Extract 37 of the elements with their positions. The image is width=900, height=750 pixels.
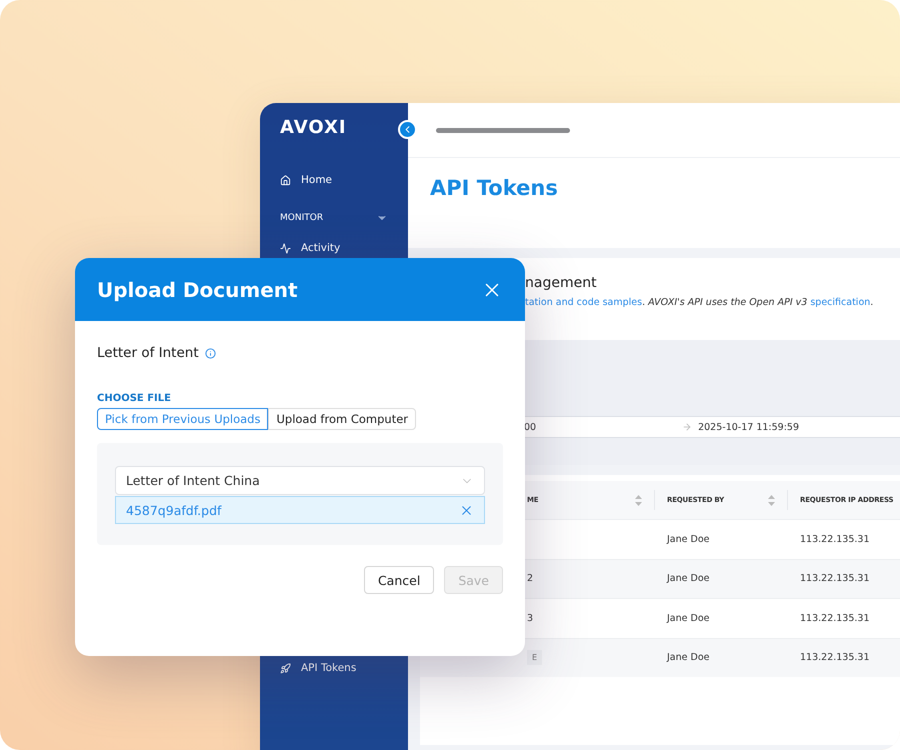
nav-item[interactable]: API Tokens (280, 662, 408, 674)
table-cell: Jane Doe (667, 573, 710, 584)
collapse-button[interactable] (398, 120, 417, 139)
table-cell: 113.22.135.31 (800, 652, 870, 664)
file-name: 4587q9afdf.pdf (126, 502, 222, 518)
rocket-icon (280, 662, 291, 674)
table-cell: Jane Doe (667, 612, 710, 624)
page-title: API Tokens (430, 176, 559, 200)
table-cell: Jane Doe (667, 534, 710, 545)
link[interactable]: specification (810, 297, 870, 308)
field-label: Letter of Intent (97, 345, 199, 361)
nav-item[interactable]: Home (280, 174, 408, 186)
source-tab[interactable]: Upload from Computer (268, 408, 416, 430)
document-select[interactable]: Letter of Intent China (115, 466, 485, 495)
nav-item[interactable]: Activity (280, 242, 408, 254)
sort-icon[interactable] (635, 494, 642, 506)
arrow-icon (682, 422, 692, 432)
tag: E (527, 650, 542, 666)
table-cell: 113.22.135.31 (800, 612, 870, 624)
home-icon (280, 174, 291, 186)
activity-icon (280, 242, 291, 254)
sort-icon[interactable] (768, 494, 775, 506)
section-label: CHOOSE FILE (97, 393, 172, 404)
source-tab[interactable]: Pick from Previous Uploads (97, 408, 268, 430)
card-title: nagement (525, 275, 598, 291)
info-icon[interactable] (204, 348, 216, 358)
table-cell: 3 (527, 612, 534, 624)
dialog-title: Upload Document (97, 278, 298, 302)
table-cell: 113.22.135.31 (800, 534, 870, 545)
section-label: MONITOR (280, 213, 324, 223)
table-cell: 2 (527, 573, 534, 584)
dialog-button[interactable]: Cancel (364, 566, 434, 594)
logo: AVOXI (280, 117, 347, 138)
table-cell: 113.22.135.31 (800, 573, 870, 584)
table-cell: Jane Doe (667, 652, 710, 664)
link[interactable]: tation and code samples (525, 297, 642, 308)
description-text: tation and code samples. AVOXI's API uses the Open API v3 specification. (525, 297, 874, 308)
